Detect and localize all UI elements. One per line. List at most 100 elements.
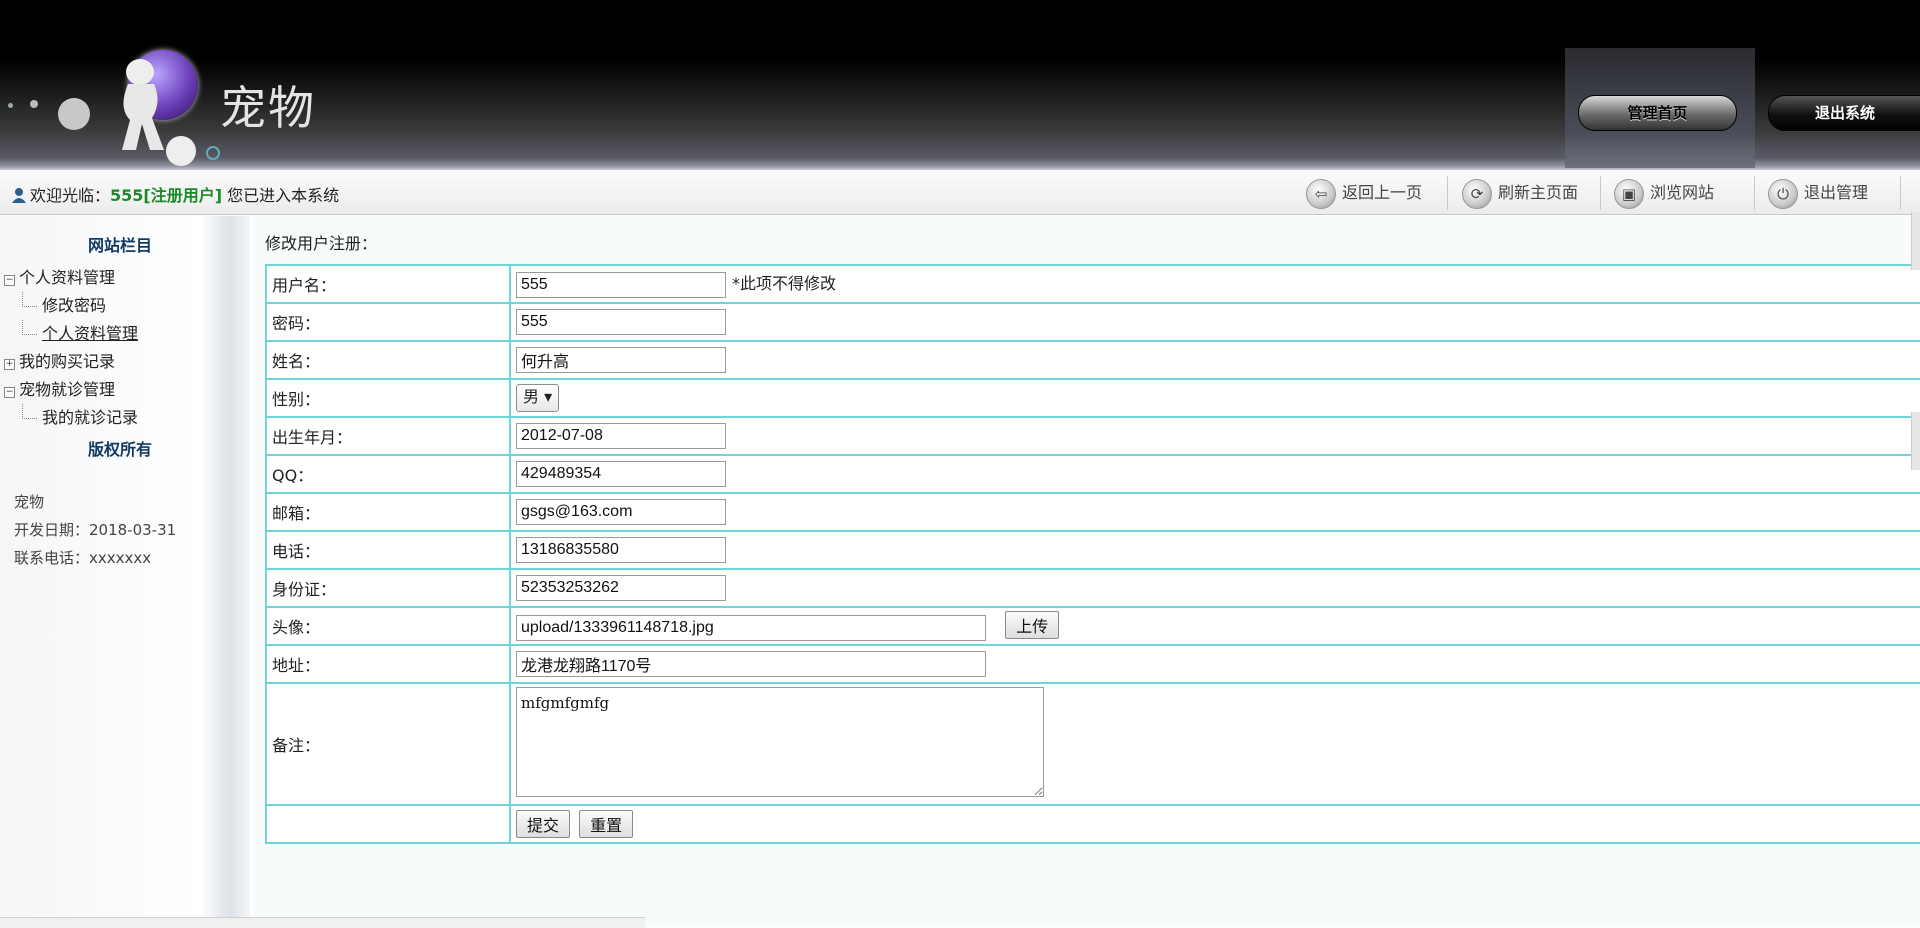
logo-decor-dot <box>58 98 90 130</box>
scroll-handle[interactable] <box>1911 412 1920 470</box>
field-label: 用户名： <box>265 264 511 304</box>
tree-branch-line <box>22 292 37 307</box>
expand-icon[interactable]: + <box>4 359 15 370</box>
form-row-avatar: 头像： 上传 <box>265 606 1920 646</box>
site-name: 宠物 <box>14 493 45 511</box>
form-row-password: 密码： <box>265 302 1920 342</box>
form-row-email: 邮箱： <box>265 492 1920 532</box>
form-row-gender: 性别： 男 ▾ <box>265 378 1920 418</box>
field-cell <box>509 530 1920 570</box>
status-bar <box>0 917 645 928</box>
name-input[interactable] <box>516 347 726 373</box>
current-username: 555[注册用户] <box>110 186 223 205</box>
submit-button[interactable]: 提交 <box>516 810 571 838</box>
dev-date: 开发日期：2018-03-31 <box>14 521 177 539</box>
welcome-prefix: 欢迎光临： <box>30 186 111 205</box>
admin-home-button[interactable]: 管理首页 <box>1578 95 1737 131</box>
logout-admin-label: 退出管理 <box>1804 183 1869 202</box>
address-input[interactable] <box>516 651 986 677</box>
form-row-actions: 提交 重置 <box>265 804 1920 844</box>
sidebar-item-label: 修改密码 <box>42 296 107 315</box>
form-row-birth: 出生年月： <box>265 416 1920 456</box>
refresh-icon: ⟳ <box>1462 178 1492 209</box>
main-content: 修改用户注册： 用户名： *此项不得修改 密码： 姓名： 性别： 男 ▾ 出生年… <box>253 216 1920 927</box>
contact-phone: 联系电话：xxxxxxx <box>14 549 152 567</box>
logo-decor-dot <box>8 103 13 108</box>
browse-icon: ▣ <box>1614 178 1644 209</box>
field-cell <box>509 492 1920 532</box>
gender-selected-value: 男 <box>523 387 540 406</box>
toolbar-divider <box>1754 176 1755 210</box>
sidebar-item-change-password[interactable]: 修改密码 <box>4 292 138 320</box>
tree-group-profile[interactable]: − 个人资料管理 <box>4 264 138 292</box>
sidebar-title: 网站栏目 <box>87 236 152 255</box>
user-icon <box>12 188 26 203</box>
field-cell <box>509 302 1920 342</box>
welcome-suffix: 您已进入本系统 <box>222 186 340 205</box>
birth-date-input[interactable] <box>516 423 726 449</box>
logo-decor-dot <box>206 146 220 160</box>
go-back-button[interactable]: ⇦ 返回上一页 <box>1306 178 1423 209</box>
sidebar-item-label: 个人资料管理 <box>42 324 139 343</box>
tree-group-visits[interactable]: − 宠物就诊管理 <box>4 376 138 404</box>
note-textarea[interactable]: mfgmfgmfg <box>516 687 1044 797</box>
exit-system-button[interactable]: 退出系统 <box>1768 95 1920 131</box>
qq-input[interactable] <box>516 461 726 487</box>
toolbar-divider <box>1900 176 1901 210</box>
logout-admin-button[interactable]: ⏻ 退出管理 <box>1768 178 1869 209</box>
field-label: 性别： <box>265 378 511 418</box>
browse-site-button[interactable]: ▣ 浏览网站 <box>1614 178 1714 209</box>
edit-user-form: 用户名： *此项不得修改 密码： 姓名： 性别： 男 ▾ 出生年月： QQ： <box>265 264 1920 844</box>
nav-tree: − 个人资料管理 修改密码 个人资料管理 + 我的购买记录 − 宠物就诊管理 我的就诊… <box>4 264 138 432</box>
logo-figure-icon <box>122 59 164 150</box>
tree-group-label: 个人资料管理 <box>19 268 116 287</box>
refresh-main-label: 刷新主页面 <box>1498 183 1579 202</box>
field-cell: 男 ▾ <box>509 378 1920 418</box>
gender-select[interactable]: 男 ▾ <box>516 384 560 412</box>
back-arrow-icon: ⇦ <box>1306 178 1336 209</box>
field-cell: *此项不得修改 <box>509 264 1920 304</box>
reset-button[interactable]: 重置 <box>579 810 634 838</box>
tree-branch-line <box>22 320 37 335</box>
field-label: 密码： <box>265 302 511 342</box>
field-cell: 上传 <box>509 606 1920 646</box>
field-label: 地址： <box>265 644 511 684</box>
copyright-heading: 版权所有 <box>87 440 152 459</box>
go-back-label: 返回上一页 <box>1342 183 1423 202</box>
sidebar-item-profile-manage[interactable]: 个人资料管理 <box>4 320 138 348</box>
field-cell <box>509 416 1920 456</box>
upload-button[interactable]: 上传 <box>1005 611 1060 639</box>
brand-title: 宠物 <box>220 81 316 135</box>
dropdown-arrow-icon: ▾ <box>544 387 553 406</box>
field-label: 出生年月： <box>265 416 511 456</box>
email-input[interactable] <box>516 499 726 525</box>
tree-group-purchases[interactable]: + 我的购买记录 <box>4 348 138 376</box>
field-cell <box>509 568 1920 608</box>
field-cell <box>509 644 1920 684</box>
logo-decor-dot <box>30 100 38 108</box>
field-cell <box>509 340 1920 380</box>
sidebar-item-my-visits[interactable]: 我的就诊记录 <box>4 404 138 432</box>
form-row-note: 备注： mfgmfgmfg <box>265 682 1920 806</box>
collapse-icon[interactable]: − <box>4 387 15 398</box>
phone-input[interactable] <box>516 537 726 563</box>
page-title: 修改用户注册： <box>265 234 378 253</box>
avatar-path-input[interactable] <box>516 615 986 641</box>
form-row-username: 用户名： *此项不得修改 <box>265 264 1920 304</box>
field-label: 备注： <box>265 682 511 806</box>
username-hint: *此项不得修改 <box>732 274 837 293</box>
field-label: 头像： <box>265 606 511 646</box>
empty-cell <box>265 804 511 844</box>
field-cell: mfgmfgmfg <box>509 682 1920 806</box>
toolbar: 欢迎光临：555[注册用户] 您已进入本系统 ⇦ 返回上一页 ⟳ 刷新主页面 ▣ 浏览… <box>0 170 1920 215</box>
field-label: 身份证： <box>265 568 511 608</box>
refresh-main-button[interactable]: ⟳ 刷新主页面 <box>1462 178 1579 209</box>
scroll-handle[interactable] <box>1911 212 1920 270</box>
sidebar: 网站栏目 − 个人资料管理 修改密码 个人资料管理 + 我的购买记录 − 宠物就诊管理… <box>0 216 250 927</box>
username-input[interactable] <box>516 272 726 298</box>
id-card-input[interactable] <box>516 575 726 601</box>
collapse-icon[interactable]: − <box>4 275 15 286</box>
password-input[interactable] <box>516 309 726 335</box>
form-row-idcard: 身份证： <box>265 568 1920 608</box>
welcome-message: 欢迎光临：555[注册用户] 您已进入本系统 <box>12 182 339 206</box>
